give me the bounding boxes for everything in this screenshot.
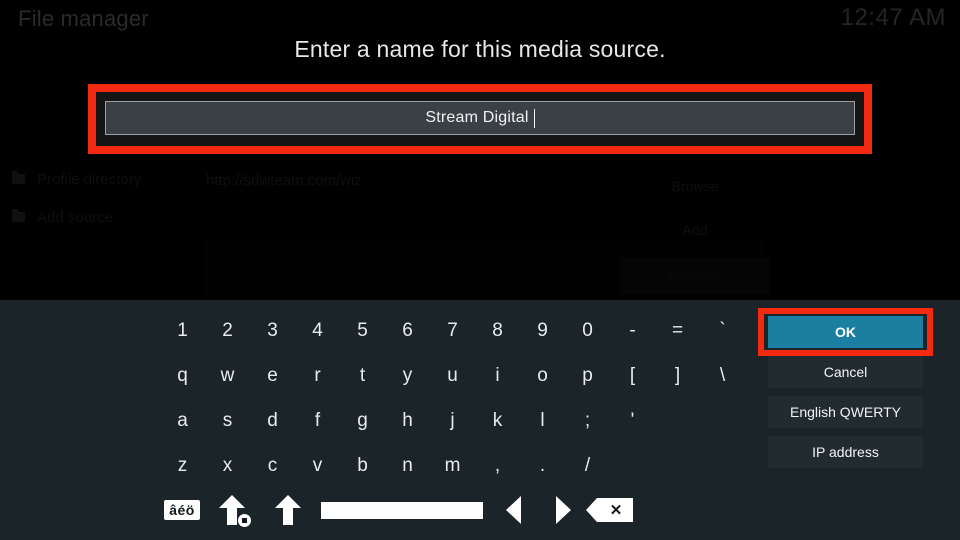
key-period[interactable]: . [520, 443, 565, 488]
text-caret [533, 108, 535, 128]
keyboard-row-4: z x c v b n m , . / [160, 443, 760, 488]
keyboard-function-row: âéö ✕ [160, 490, 633, 530]
backspace-key[interactable]: ✕ [586, 490, 642, 530]
key-3[interactable]: 3 [250, 308, 295, 353]
key-h[interactable]: h [385, 398, 430, 443]
key-comma[interactable]: , [475, 443, 520, 488]
key-bracket-right[interactable]: ] [655, 353, 700, 398]
key-u[interactable]: u [430, 353, 475, 398]
key-5[interactable]: 5 [340, 308, 385, 353]
list-item[interactable]: Profile directory [0, 160, 180, 198]
cursor-right-key[interactable] [538, 490, 588, 530]
key-p[interactable]: p [565, 353, 610, 398]
remove-button[interactable]: Remove [620, 258, 770, 294]
key-z[interactable]: z [160, 443, 205, 488]
key-semicolon[interactable]: ; [565, 398, 610, 443]
key-9[interactable]: 9 [520, 308, 565, 353]
key-g[interactable]: g [340, 398, 385, 443]
key-apostrophe[interactable]: ' [610, 398, 655, 443]
path-value: http://sdwteam.com/wiz [206, 172, 362, 189]
media-source-name-input[interactable]: Stream Digital [105, 101, 855, 135]
key-k[interactable]: k [475, 398, 520, 443]
caps-lock-icon [219, 495, 251, 527]
key-i[interactable]: i [475, 353, 520, 398]
key-slash[interactable]: / [565, 443, 610, 488]
key-f[interactable]: f [295, 398, 340, 443]
key-t[interactable]: t [340, 353, 385, 398]
key-x[interactable]: x [205, 443, 250, 488]
space-key[interactable] [316, 490, 488, 530]
key-1[interactable]: 1 [160, 308, 205, 353]
caps-lock-key[interactable] [204, 490, 260, 530]
cursor-left-key[interactable] [488, 490, 538, 530]
accent-key[interactable]: âéö [160, 490, 204, 530]
keyboard-character-rows: 1 2 3 4 5 6 7 8 9 0 - = ` q w e r t y u … [160, 308, 760, 488]
keyboard-layout-button[interactable]: English QWERTY [768, 396, 923, 428]
shift-arrow-icon [275, 495, 301, 525]
key-2[interactable]: 2 [205, 308, 250, 353]
list-item-label: Profile directory [37, 170, 142, 188]
lock-icon [238, 514, 251, 527]
key-r[interactable]: r [295, 353, 340, 398]
keyboard-row-2: q w e r t y u i o p [ ] \ [160, 353, 760, 398]
input-value: Stream Digital [425, 109, 529, 126]
key-y[interactable]: y [385, 353, 430, 398]
keyboard-row-1: 1 2 3 4 5 6 7 8 9 0 - = ` [160, 308, 760, 353]
browse-button[interactable]: Browse [620, 168, 770, 204]
key-b[interactable]: b [340, 443, 385, 488]
key-l[interactable]: l [520, 398, 565, 443]
key-e[interactable]: e [250, 353, 295, 398]
backspace-icon: ✕ [586, 498, 633, 522]
key-q[interactable]: q [160, 353, 205, 398]
key-backslash[interactable]: \ [700, 353, 745, 398]
list-item[interactable]: Add source [0, 198, 180, 236]
key-c[interactable]: c [250, 443, 295, 488]
key-equals[interactable]: = [655, 308, 700, 353]
add-button[interactable]: Add [620, 212, 770, 248]
key-8[interactable]: 8 [475, 308, 520, 353]
cancel-button[interactable]: Cancel [768, 356, 923, 388]
shift-key[interactable] [260, 490, 316, 530]
key-a[interactable]: a [160, 398, 205, 443]
key-d[interactable]: d [250, 398, 295, 443]
folder-icon [12, 171, 25, 184]
window-title: File manager [18, 6, 149, 31]
folder-icon [12, 209, 25, 222]
background-file-list: Profile directory Add source [0, 160, 180, 236]
arrow-left-icon [505, 496, 521, 524]
arrow-right-icon [555, 496, 571, 524]
accent-icon: âéö [164, 499, 200, 521]
key-w[interactable]: w [205, 353, 250, 398]
key-backtick[interactable]: ` [700, 308, 745, 353]
ip-address-button[interactable]: IP address [768, 436, 923, 468]
kodi-file-manager-screen: File manager 12:47 AM Profile directory … [0, 0, 960, 540]
list-item-label: Add source [37, 208, 113, 226]
key-n[interactable]: n [385, 443, 430, 488]
key-o[interactable]: o [520, 353, 565, 398]
key-4[interactable]: 4 [295, 308, 340, 353]
key-7[interactable]: 7 [430, 308, 475, 353]
ok-button-highlight-box [758, 308, 933, 356]
spacebar-icon [321, 501, 483, 519]
key-m[interactable]: m [430, 443, 475, 488]
key-v[interactable]: v [295, 443, 340, 488]
key-6[interactable]: 6 [385, 308, 430, 353]
dialog-prompt: Enter a name for this media source. [294, 36, 666, 62]
key-j[interactable]: j [430, 398, 475, 443]
key-s[interactable]: s [205, 398, 250, 443]
key-0[interactable]: 0 [565, 308, 610, 353]
clock: 12:47 AM [840, 4, 946, 31]
key-bracket-left[interactable]: [ [610, 353, 655, 398]
keyboard-row-3: a s d f g h j k l ; ' [160, 398, 760, 443]
key-minus[interactable]: - [610, 308, 655, 353]
